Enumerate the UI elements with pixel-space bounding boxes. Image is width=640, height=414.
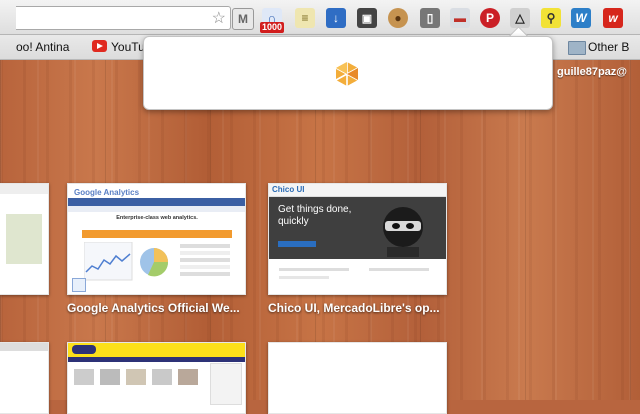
- ml-product-image: [100, 369, 120, 385]
- ga-orange-bar: [82, 230, 232, 238]
- extension-popup: [143, 36, 553, 110]
- youtube-icon: [92, 40, 107, 52]
- thumbnail-caption-chico[interactable]: Chico UI, MercadoLibre's op...: [268, 301, 440, 315]
- chico-text-line: [369, 268, 429, 271]
- red-w-icon[interactable]: w: [603, 8, 623, 28]
- chico-text-line: [279, 268, 349, 271]
- ga-headline: Enterprise-class web analytics.: [116, 215, 198, 221]
- address-bar[interactable]: ☆: [16, 6, 231, 30]
- hexagon-logo-icon: [335, 62, 359, 86]
- bookmark-star-icon[interactable]: ☆: [212, 8, 226, 28]
- delta-icon[interactable]: △: [510, 8, 530, 28]
- bookmark-other[interactable]: Other B: [588, 40, 629, 54]
- browser-toolbar: ☆ M ∩ 1000 ≡ ↓ ▣ ● ▯ ▬ P △ ⚲ W w: [0, 0, 640, 35]
- magnifier-icon[interactable]: ⚲: [541, 8, 561, 28]
- hamburger-extension-icon[interactable]: ≡: [295, 8, 315, 28]
- ml-nav: [68, 357, 245, 362]
- thumbnail-partial-left[interactable]: [0, 183, 49, 295]
- thumbnail-partial-bottom-left[interactable]: [0, 342, 49, 414]
- chico-text-line: [279, 276, 329, 279]
- thumb-content: [6, 214, 42, 264]
- chico-logo: Chico UI: [272, 185, 305, 194]
- ml-sidebar: [210, 363, 242, 405]
- screens-icon[interactable]: ▣: [357, 8, 377, 28]
- thumbnail-google-analytics[interactable]: Google Analytics Enterprise-class web an…: [67, 183, 246, 295]
- ml-product-image: [178, 369, 198, 385]
- chico-headline-line1: Get things done,: [278, 204, 352, 215]
- phone-icon[interactable]: ▯: [420, 8, 440, 28]
- monitor-extension-icon[interactable]: W: [571, 8, 591, 28]
- ga-logo: Google Analytics: [74, 188, 140, 197]
- chico-hero: Get things done, quickly: [269, 197, 446, 259]
- download-icon[interactable]: ↓: [326, 8, 346, 28]
- thumb-header: [0, 343, 48, 351]
- ga-chart-icon: [72, 278, 86, 292]
- bookmark-antina[interactable]: oo! Antina: [16, 40, 69, 54]
- notification-count-badge: 1000: [260, 22, 285, 33]
- ga-dashboard-graphic: [84, 242, 230, 281]
- thumbnail-mercadolibre[interactable]: [67, 342, 246, 414]
- chico-headline: Get things done, quickly: [278, 204, 351, 228]
- monitor-label: W: [575, 11, 587, 25]
- chico-navbar: Chico UI: [269, 184, 446, 197]
- pinterest-icon[interactable]: P: [480, 8, 500, 28]
- ml-logo: [72, 345, 96, 354]
- thumbnail-blank[interactable]: [268, 342, 447, 414]
- ga-navbar: [68, 198, 245, 206]
- thumbnail-caption-analytics[interactable]: Google Analytics Official We...: [67, 301, 240, 315]
- profile-username[interactable]: guille87paz@: [557, 66, 627, 78]
- ml-product-image: [152, 369, 172, 385]
- thumb-header: [0, 184, 48, 194]
- bookmark-youtube[interactable]: YouTu: [111, 40, 145, 54]
- gmail-checker-icon[interactable]: M: [232, 8, 254, 30]
- sofa-icon[interactable]: ▬: [450, 8, 470, 28]
- thumbnail-chico-ui[interactable]: Chico UI Get things done, quickly: [268, 183, 447, 295]
- chico-cta-button: [278, 241, 316, 247]
- ml-product-image: [74, 369, 94, 385]
- ml-product-image: [126, 369, 146, 385]
- ga-subnav: [68, 206, 245, 212]
- folder-icon: [568, 41, 586, 55]
- ninja-mascot-icon: [383, 207, 423, 257]
- chico-headline-line2: quickly: [278, 216, 309, 227]
- cookie-icon[interactable]: ●: [388, 8, 408, 28]
